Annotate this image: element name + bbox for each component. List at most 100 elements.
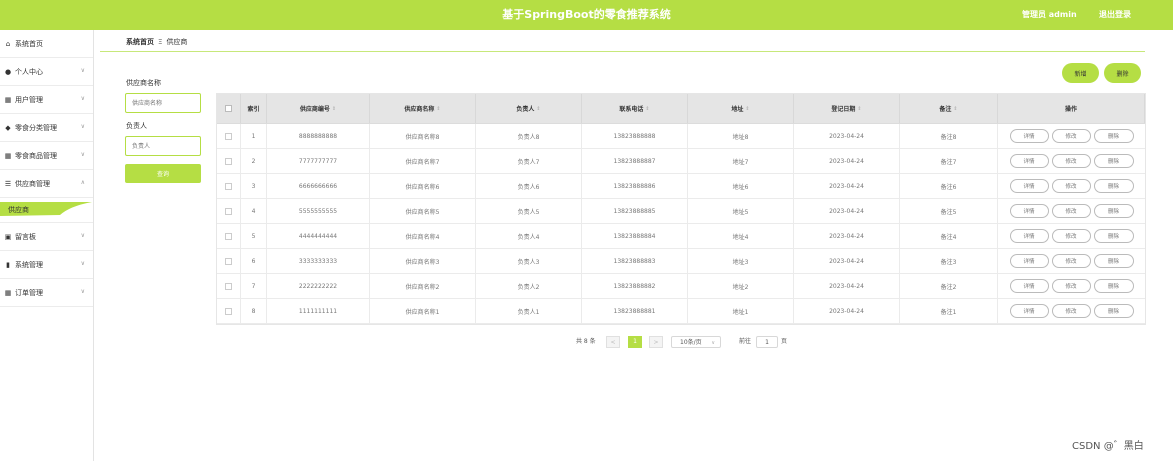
row-checkbox[interactable] [225, 257, 232, 265]
cell-code: 3333333333 [267, 249, 370, 273]
edit-button[interactable]: 修改 [1051, 254, 1091, 268]
user-icon: ● [4, 67, 12, 76]
sort-icon: ⇕ [645, 105, 650, 112]
row-checkbox[interactable] [225, 132, 232, 140]
sidebar-item-home[interactable]: ⌂ 系统首页 [0, 30, 93, 58]
cell-note: 备注3 [900, 249, 998, 273]
cell-address: 地址7 [688, 149, 794, 173]
column-header-person[interactable]: 负责人 ⇕ [476, 94, 582, 123]
table-row: 6 3333333333 供应商名称3 负责人3 13823888883 地址3 2023-… [217, 249, 1145, 274]
sidebar-item-supplier-management[interactable]: ☰ 供应商管理 ∧ [0, 170, 93, 198]
table-row: 4 5555555555 供应商名称5 负责人5 13823888885 地址5 2023-… [217, 199, 1145, 224]
page-size-value: 10条/页 [680, 339, 702, 346]
chevron-down-icon: ∨ [80, 260, 85, 267]
prev-page-button[interactable]: < [606, 336, 620, 348]
delete-button[interactable]: 删除 [1104, 63, 1141, 83]
sidebar-item-label: 供应商管理 [15, 179, 50, 188]
sidebar-item-snack-product[interactable]: ▦ 零食商品管理 ∨ [0, 142, 93, 170]
total-count: 共 8 条 [576, 338, 596, 345]
column-header-note[interactable]: 备注 ⇕ [900, 94, 998, 123]
column-header-phone[interactable]: 联系电话 ⇕ [582, 94, 688, 123]
row-checkbox[interactable] [225, 282, 232, 290]
row-checkbox[interactable] [225, 307, 232, 315]
sort-icon: ⇕ [331, 105, 337, 112]
detail-button[interactable]: 详情 [1009, 179, 1049, 193]
delete-row-button[interactable]: 删除 [1093, 154, 1134, 168]
column-header-date[interactable]: 登记日期 ⇕ [794, 94, 900, 123]
tag-icon: ◆ [5, 123, 11, 132]
detail-button[interactable]: 详情 [1009, 229, 1049, 243]
sidebar-item-personal-center[interactable]: ● 个人中心 ∨ [0, 58, 93, 86]
logout-link[interactable]: 退出登录 [1099, 0, 1131, 30]
supplier-name-input[interactable] [125, 93, 201, 113]
row-checkbox[interactable] [225, 232, 232, 240]
person-input[interactable] [125, 136, 201, 156]
cell-date: 2023-04-24 [794, 149, 900, 173]
delete-row-button[interactable]: 删除 [1093, 254, 1134, 268]
cell-index: 4 [241, 199, 267, 223]
chevron-up-icon: ∧ [80, 179, 85, 186]
column-header-code[interactable]: 供应商编号 ⇕ [267, 94, 370, 123]
chevron-down-icon: ∨ [80, 151, 85, 158]
sidebar-item-user-management[interactable]: ▦ 用户管理 ∨ [0, 86, 93, 114]
sidebar-item-snack-category[interactable]: ◆ 零食分类管理 ∨ [0, 114, 93, 142]
cell-note: 备注7 [900, 149, 998, 173]
sidebar-item-label: 个人中心 [15, 67, 43, 76]
select-all-checkbox[interactable] [225, 105, 232, 112]
grid-icon: ▦ [4, 288, 12, 297]
chevron-down-icon: ∨ [711, 340, 715, 346]
message-icon: ▣ [4, 232, 12, 241]
detail-button[interactable]: 详情 [1009, 304, 1049, 318]
grid-icon: ▦ [4, 95, 12, 104]
sidebar-item-message-board[interactable]: ▣ 留言板 ∨ [0, 223, 93, 251]
detail-button[interactable]: 详情 [1009, 279, 1049, 293]
row-checkbox[interactable] [225, 207, 232, 215]
page-number[interactable]: 1 [628, 336, 642, 348]
delete-row-button[interactable]: 删除 [1093, 204, 1134, 218]
edit-button[interactable]: 修改 [1051, 154, 1091, 168]
table-row: 2 7777777777 供应商名称7 负责人7 13823888887 地址7 2023-… [217, 149, 1145, 174]
delete-row-button[interactable]: 删除 [1093, 304, 1134, 318]
cell-person: 负责人3 [476, 249, 582, 273]
edit-button[interactable]: 修改 [1051, 304, 1091, 318]
edit-button[interactable]: 修改 [1051, 204, 1091, 218]
detail-button[interactable]: 详情 [1009, 204, 1049, 218]
sort-icon: ⇕ [745, 105, 750, 112]
sidebar-subitem-label: 供应商 [8, 206, 29, 214]
cell-code: 6666666666 [267, 174, 370, 198]
cell-date: 2023-04-24 [794, 199, 900, 223]
goto-page-input[interactable]: 1 [756, 336, 778, 348]
edit-button[interactable]: 修改 [1051, 179, 1091, 193]
detail-button[interactable]: 详情 [1009, 129, 1049, 143]
column-header-address[interactable]: 地址 ⇕ [688, 94, 794, 123]
breadcrumb-separator: Ξ [158, 38, 163, 46]
cell-person: 负责人7 [476, 149, 582, 173]
table-row: 7 2222222222 供应商名称2 负责人2 13823888882 地址2 2023-… [217, 274, 1145, 299]
delete-row-button[interactable]: 删除 [1093, 279, 1134, 293]
delete-row-button[interactable]: 删除 [1093, 129, 1134, 143]
row-checkbox[interactable] [225, 182, 232, 190]
column-header-name[interactable]: 供应商名称 ⇕ [370, 94, 476, 123]
edit-button[interactable]: 修改 [1051, 279, 1091, 293]
page-size-select[interactable]: 10条/页 ∨ [671, 336, 721, 348]
table-row: 8 1111111111 供应商名称1 负责人1 13823888881 地址1 2023-… [217, 299, 1145, 324]
sidebar-subitem-supplier[interactable]: 供应商 [0, 198, 93, 223]
delete-row-button[interactable]: 删除 [1093, 229, 1134, 243]
sidebar-item-order-management[interactable]: ▦ 订单管理 ∨ [0, 279, 93, 307]
edit-button[interactable]: 修改 [1051, 229, 1091, 243]
row-actions: 详情 修改 删除 [998, 174, 1145, 198]
next-page-button[interactable]: > [649, 336, 663, 348]
query-button[interactable]: 查询 [125, 164, 201, 183]
add-button[interactable]: 新增 [1062, 63, 1099, 83]
detail-button[interactable]: 详情 [1009, 154, 1049, 168]
cell-date: 2023-04-24 [794, 249, 900, 273]
edit-button[interactable]: 修改 [1051, 129, 1091, 143]
cell-name: 供应商名称7 [370, 149, 476, 173]
row-checkbox[interactable] [225, 157, 232, 165]
detail-button[interactable]: 详情 [1009, 254, 1049, 268]
delete-row-button[interactable]: 删除 [1093, 179, 1134, 193]
breadcrumb-home[interactable]: 系统首页 [126, 38, 154, 46]
cell-person: 负责人5 [476, 199, 582, 223]
sidebar-item-system-management[interactable]: ▮ 系统管理 ∨ [0, 251, 93, 279]
cell-phone: 13823888881 [582, 299, 688, 323]
